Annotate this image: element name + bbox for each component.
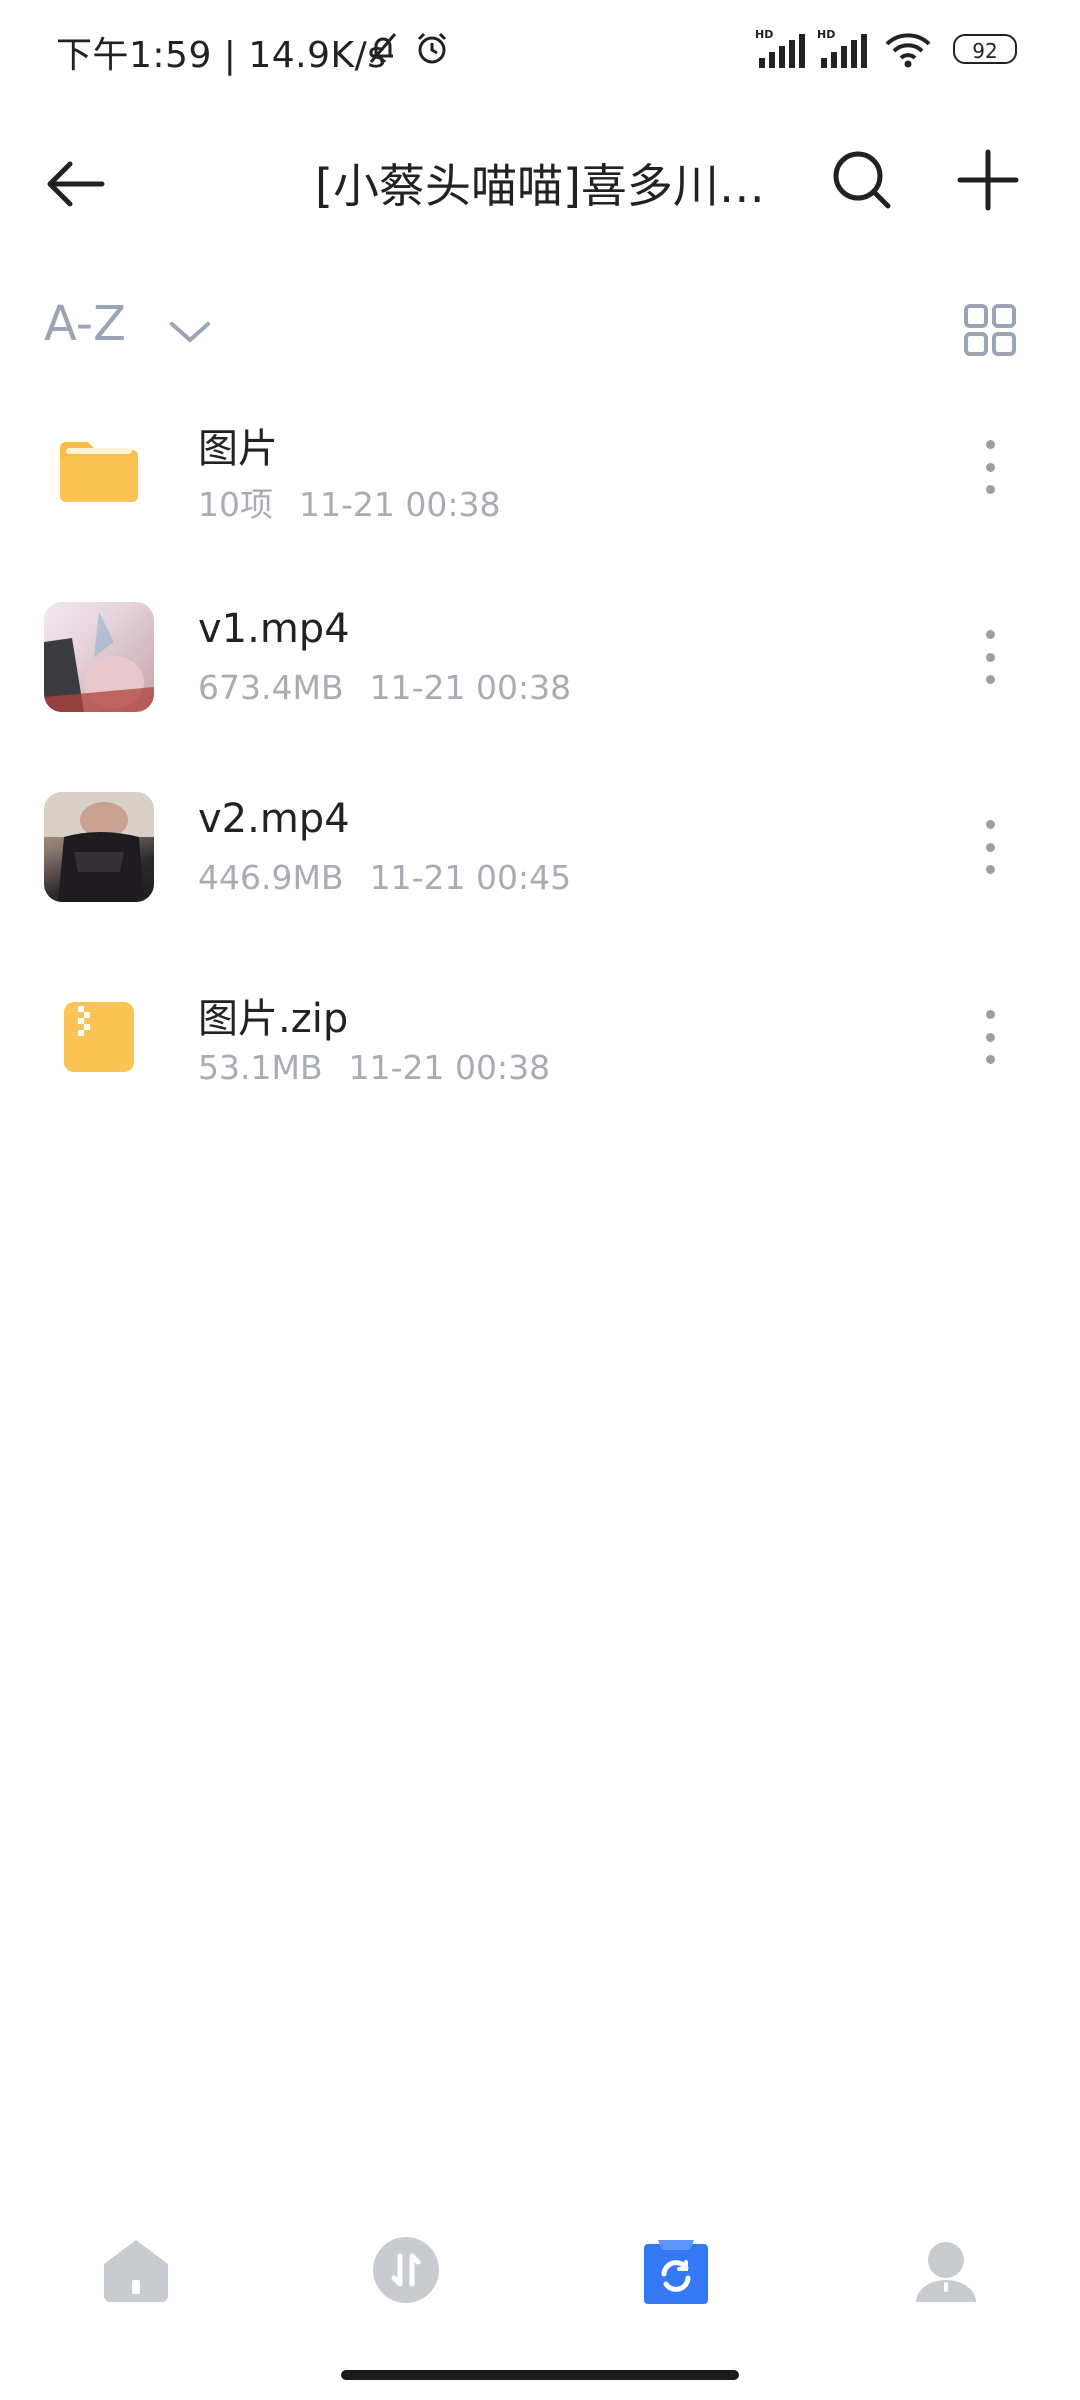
- more-options-icon[interactable]: [968, 1000, 1012, 1074]
- back-arrow-icon[interactable]: [40, 148, 112, 220]
- home-icon[interactable]: [96, 2230, 176, 2310]
- files-icon[interactable]: [636, 2230, 716, 2310]
- app-header: [小蔡头喵喵]喜多川…: [0, 120, 1080, 240]
- file-size: 673.4MB: [198, 668, 344, 707]
- svg-text:HD: HD: [755, 28, 773, 41]
- page-title: [小蔡头喵喵]喜多川…: [315, 159, 765, 213]
- file-date: 11-21 00:38: [299, 485, 501, 524]
- file-name: v1.mp4: [198, 606, 350, 652]
- file-name: v2.mp4: [198, 796, 350, 842]
- file-date: 11-21 00:45: [369, 858, 572, 897]
- video-thumbnail: [44, 602, 154, 712]
- file-meta: 446.9MB 11-21 00:45: [198, 858, 571, 897]
- wifi-icon: [885, 33, 931, 68]
- home-indicator[interactable]: [341, 2370, 739, 2380]
- bell-off-icon: [369, 33, 397, 63]
- folder-icon: [60, 442, 138, 502]
- file-date: 11-21 00:38: [348, 1048, 551, 1087]
- file-meta: 53.1MB 11-21 00:38: [198, 1048, 550, 1087]
- status-time-speed: 下午1:59 | 14.9K/s: [56, 35, 387, 76]
- battery-icon: 92: [953, 34, 1017, 64]
- sort-row: A-Z: [0, 290, 1080, 370]
- add-icon[interactable]: [952, 144, 1024, 216]
- more-options-icon[interactable]: [968, 620, 1012, 694]
- file-size: 10项: [198, 485, 273, 524]
- list-item[interactable]: 图片 10项 11-21 00:38: [0, 412, 1080, 602]
- chevron-down-icon[interactable]: [164, 306, 216, 358]
- svg-text:HD: HD: [817, 28, 835, 41]
- profile-icon[interactable]: [906, 2230, 986, 2310]
- status-bar: 下午1:59 | 14.9K/s HD HD 92: [0, 0, 1080, 100]
- file-meta: 673.4MB 11-21 00:38: [198, 668, 571, 707]
- list-item[interactable]: v1.mp4 673.4MB 11-21 00:38: [0, 602, 1080, 792]
- file-name: 图片: [198, 426, 278, 472]
- signal-icon-2: HD: [817, 28, 867, 68]
- more-options-icon[interactable]: [968, 810, 1012, 884]
- file-size: 53.1MB: [198, 1048, 323, 1087]
- list-item[interactable]: v2.mp4 446.9MB 11-21 00:45: [0, 792, 1080, 982]
- file-date: 11-21 00:38: [369, 668, 572, 707]
- file-meta: 10项 11-21 00:38: [198, 478, 500, 526]
- search-icon[interactable]: [826, 144, 898, 216]
- zip-icon: [64, 1002, 134, 1072]
- alarm-icon: [417, 32, 447, 64]
- sort-order-label[interactable]: A-Z: [44, 296, 126, 352]
- list-item[interactable]: 图片.zip 53.1MB 11-21 00:38: [0, 982, 1080, 1172]
- more-options-icon[interactable]: [968, 430, 1012, 504]
- battery-level: 92: [972, 39, 998, 63]
- file-size: 446.9MB: [198, 858, 344, 897]
- file-name: 图片.zip: [198, 996, 349, 1042]
- grid-view-icon[interactable]: [960, 300, 1020, 360]
- bottom-navigation: [0, 2230, 1080, 2340]
- transfer-icon[interactable]: [366, 2230, 446, 2310]
- status-icons: HD HD 92: [755, 26, 1025, 74]
- signal-icon: HD: [755, 28, 805, 68]
- file-manager-screen: 下午1:59 | 14.9K/s HD HD 92 [小蔡头喵喵]喜多川… A-…: [0, 0, 1080, 2400]
- video-thumbnail: [44, 792, 154, 902]
